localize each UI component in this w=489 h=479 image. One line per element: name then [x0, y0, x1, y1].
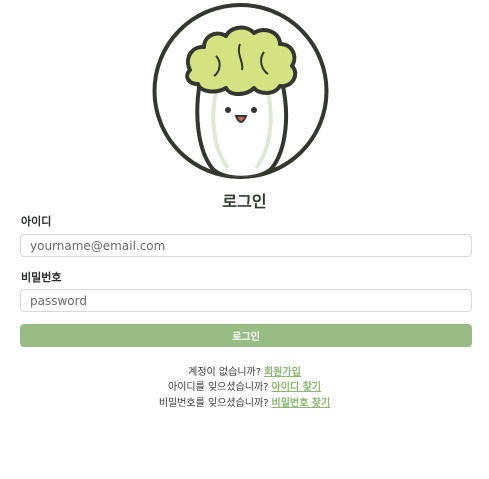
find-password-link[interactable]: 비밀번호 찾기: [272, 398, 331, 409]
find-id-row: 아이디를 잊으셨습니까? 아이디 찾기: [0, 378, 489, 393]
id-label: 아이디: [21, 215, 52, 228]
password-field-box[interactable]: [20, 289, 472, 312]
find-password-row: 비밀번호를 잊으셨습니까? 비밀번호 찾기: [0, 394, 489, 409]
signup-link[interactable]: 회원가입: [264, 367, 301, 378]
login-button[interactable]: 로그인: [20, 324, 472, 347]
find-id-link[interactable]: 아이디 찾기: [272, 382, 321, 393]
password-input[interactable]: [21, 290, 471, 312]
id-field-box[interactable]: [20, 234, 472, 257]
signup-row: 계정이 없습니까? 회원가입: [0, 363, 489, 378]
find-id-text: 아이디를 잊으셨습니까?: [168, 382, 269, 393]
cabbage-mascot-icon: [150, 0, 331, 181]
password-label: 비밀번호: [21, 271, 62, 284]
id-input[interactable]: [21, 235, 471, 257]
find-password-text: 비밀번호를 잊으셨습니까?: [158, 398, 269, 409]
page-title: 로그인: [222, 192, 267, 211]
signup-text: 계정이 없습니까?: [188, 367, 262, 378]
